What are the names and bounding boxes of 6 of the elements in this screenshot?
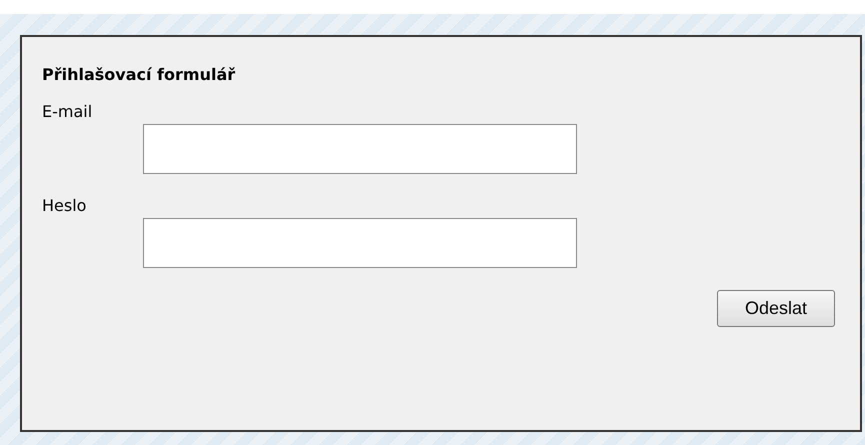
- field-label: E-mail: [42, 102, 94, 122]
- input-field[interactable]: [143, 124, 577, 174]
- form-title: Přihlašovací formulář: [42, 65, 236, 84]
- input-field[interactable]: [143, 218, 577, 268]
- field-label: Heslo: [42, 196, 88, 216]
- submit-button[interactable]: Odeslat: [717, 290, 835, 327]
